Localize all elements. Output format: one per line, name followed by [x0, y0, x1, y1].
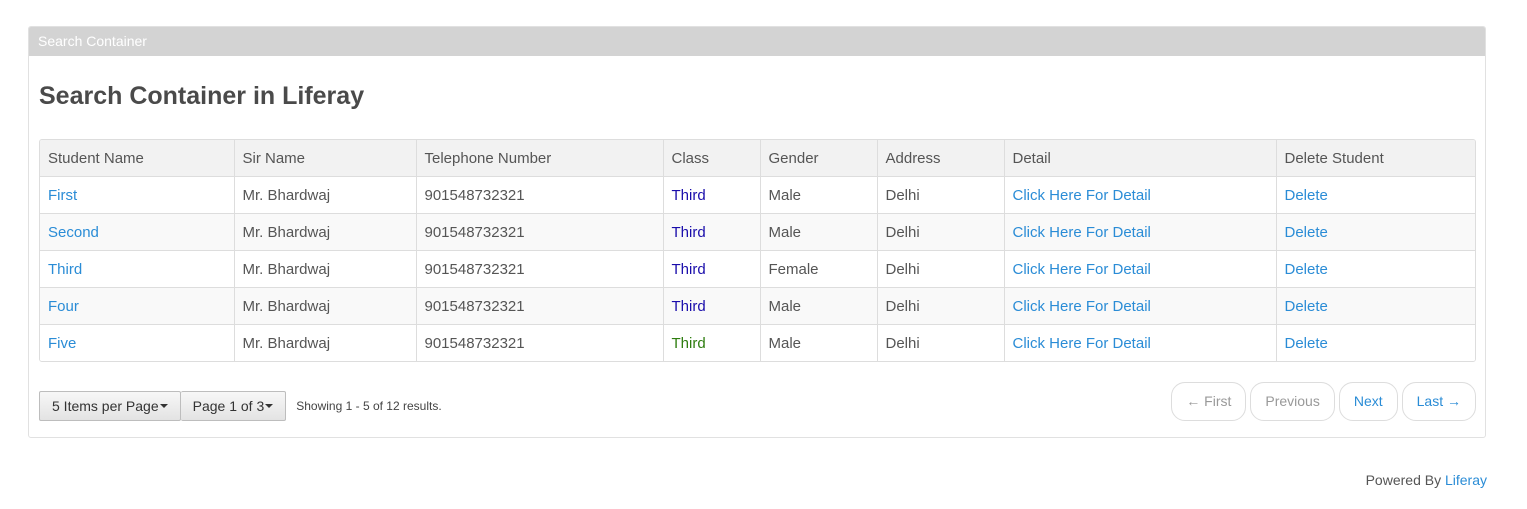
address-cell: Delhi [877, 176, 1005, 214]
page-controls: 5 Items per Page Page 1 of 3 Showing 1 -… [39, 391, 442, 421]
delete-link[interactable]: Delete [1285, 261, 1328, 278]
class-value: Third [671, 334, 706, 352]
results-summary: Showing 1 - 5 of 12 results. [296, 399, 442, 413]
gender-cell: Male [760, 287, 878, 325]
column-header-telephone[interactable]: Telephone Number [416, 140, 664, 177]
class-cell: Third [663, 287, 761, 325]
table-row: Second Mr. Bhardwaj 901548732321 Third M… [40, 213, 1475, 251]
sir-name-cell: Mr. Bhardwaj [234, 287, 417, 325]
table-header-row: Student Name Sir Name Telephone Number C… [40, 140, 1475, 177]
sir-name-cell: Mr. Bhardwaj [234, 176, 417, 214]
sir-name-cell: Mr. Bhardwaj [234, 324, 417, 361]
class-value: Third [671, 186, 706, 204]
column-header-class[interactable]: Class [663, 140, 761, 177]
liferay-link[interactable]: Liferay [1445, 472, 1487, 488]
delete-link[interactable]: Delete [1285, 335, 1328, 352]
class-value: Third [671, 260, 706, 278]
caret-down-icon [159, 404, 168, 409]
detail-link[interactable]: Click Here For Detail [1013, 335, 1151, 352]
table-row: Four Mr. Bhardwaj 901548732321 Third Mal… [40, 287, 1475, 325]
column-header-student-name[interactable]: Student Name [40, 140, 235, 177]
class-value: Third [671, 223, 706, 241]
first-page-button[interactable]: ← First [1171, 382, 1247, 421]
pager: ← First Previous Next Last → [1171, 382, 1476, 421]
telephone-cell: 901548732321 [416, 324, 664, 361]
class-cell: Third [663, 250, 761, 288]
powered-by-label: Powered By [1365, 472, 1442, 488]
telephone-cell: 901548732321 [416, 287, 664, 325]
gender-cell: Male [760, 213, 878, 251]
next-page-button[interactable]: Next [1338, 382, 1398, 421]
page-select-label: Page 1 of 3 [192, 398, 265, 414]
telephone-cell: 901548732321 [416, 213, 664, 251]
address-cell: Delhi [877, 287, 1005, 325]
detail-link[interactable]: Click Here For Detail [1013, 261, 1151, 278]
delete-link[interactable]: Delete [1285, 298, 1328, 315]
sir-name-cell: Mr. Bhardwaj [234, 250, 417, 288]
class-cell: Third [663, 176, 761, 214]
last-page-button[interactable]: Last → [1401, 382, 1476, 421]
class-value: Third [671, 297, 706, 315]
class-cell: Third [663, 213, 761, 251]
table-row: First Mr. Bhardwaj 901548732321 Third Ma… [40, 176, 1475, 214]
gender-cell: Female [760, 250, 878, 288]
items-per-page-dropdown[interactable]: 5 Items per Page [39, 391, 181, 421]
gender-cell: Male [760, 176, 878, 214]
students-table: Student Name Sir Name Telephone Number C… [39, 139, 1476, 362]
delete-link[interactable]: Delete [1285, 224, 1328, 241]
powered-by: Powered By Liferay [1366, 472, 1487, 488]
column-header-delete-student[interactable]: Delete Student [1276, 140, 1475, 177]
address-cell: Delhi [877, 213, 1005, 251]
address-cell: Delhi [877, 324, 1005, 361]
table-row: Five Mr. Bhardwaj 901548732321 Third Mal… [40, 324, 1475, 361]
detail-link[interactable]: Click Here For Detail [1013, 187, 1151, 204]
detail-link[interactable]: Click Here For Detail [1013, 224, 1151, 241]
address-cell: Delhi [877, 250, 1005, 288]
student-name-link[interactable]: Four [48, 298, 79, 315]
column-header-address[interactable]: Address [877, 140, 1005, 177]
column-header-gender[interactable]: Gender [760, 140, 878, 177]
class-cell: Third [663, 324, 761, 361]
telephone-cell: 901548732321 [416, 250, 664, 288]
sir-name-cell: Mr. Bhardwaj [234, 213, 417, 251]
caret-down-icon [265, 404, 274, 409]
detail-link[interactable]: Click Here For Detail [1013, 298, 1151, 315]
gender-cell: Male [760, 324, 878, 361]
column-header-sir-name[interactable]: Sir Name [234, 140, 417, 177]
telephone-cell: 901548732321 [416, 176, 664, 214]
page-title: Search Container in Liferay [39, 82, 365, 110]
previous-page-button[interactable]: Previous [1250, 382, 1335, 421]
student-name-link[interactable]: First [48, 187, 77, 204]
student-name-link[interactable]: Third [48, 261, 82, 278]
student-name-link[interactable]: Five [48, 335, 76, 352]
table-row: Third Mr. Bhardwaj 901548732321 Third Fe… [40, 250, 1475, 288]
pagination-bar: 5 Items per Page Page 1 of 3 Showing 1 -… [39, 382, 1476, 422]
search-container-portlet: Search Container Search Container in Lif… [28, 26, 1486, 438]
delete-link[interactable]: Delete [1285, 187, 1328, 204]
student-name-link[interactable]: Second [48, 224, 99, 241]
page-select-dropdown[interactable]: Page 1 of 3 [180, 391, 287, 421]
items-per-page-label: 5 Items per Page [52, 398, 159, 414]
portlet-header: Search Container [29, 27, 1485, 56]
column-header-detail[interactable]: Detail [1004, 140, 1277, 177]
